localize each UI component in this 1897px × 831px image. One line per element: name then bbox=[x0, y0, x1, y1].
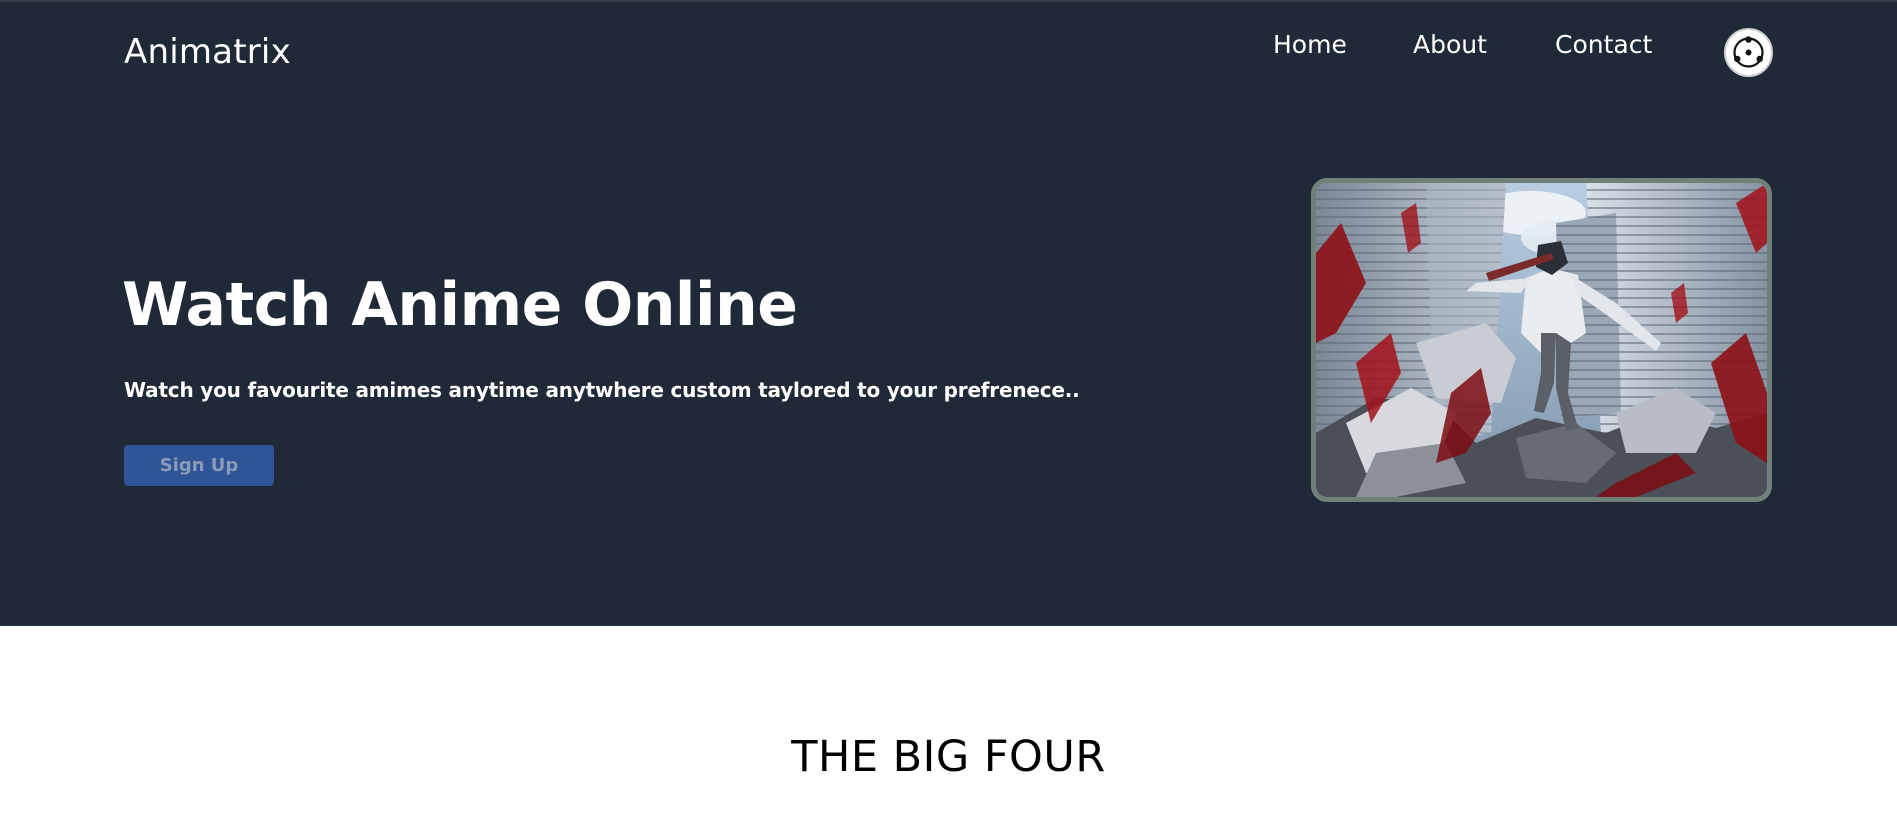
hero-title: Watch Anime Online bbox=[122, 270, 798, 340]
hero-section: Animatrix Home About Contact Watch Anime… bbox=[0, 0, 1897, 626]
nav-home-link[interactable]: Home bbox=[1273, 30, 1347, 59]
profile-avatar[interactable] bbox=[1724, 28, 1773, 77]
hero-image bbox=[1311, 178, 1772, 502]
sign-up-button[interactable]: Sign Up bbox=[124, 445, 274, 486]
nav-contact-link[interactable]: Contact bbox=[1555, 30, 1652, 59]
section-title: THE BIG FOUR bbox=[791, 732, 1106, 782]
hero-subtitle: Watch you favourite amimes anytime anytw… bbox=[124, 378, 1080, 402]
sharingan-icon bbox=[1728, 32, 1769, 73]
main-nav: Home About Contact bbox=[0, 30, 1897, 70]
nav-about-link[interactable]: About bbox=[1413, 30, 1487, 59]
anime-illustration bbox=[1316, 183, 1767, 497]
